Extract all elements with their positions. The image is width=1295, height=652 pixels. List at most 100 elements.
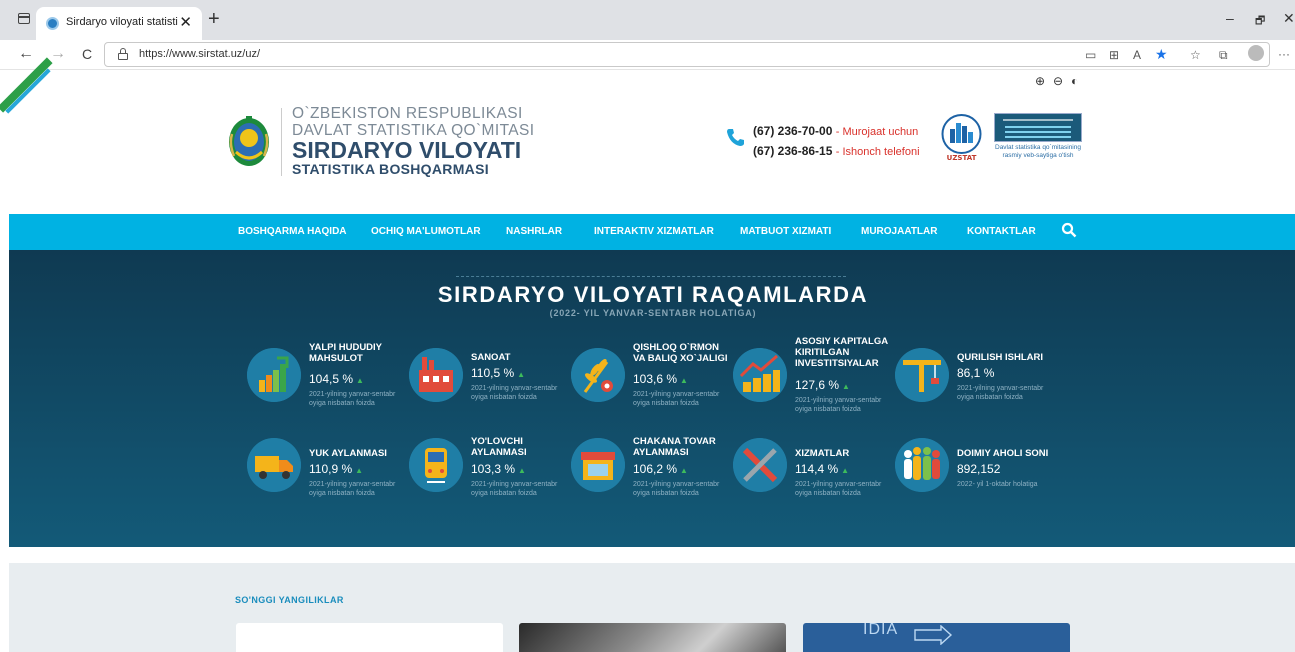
nav-item-interactive-services[interactable]: INTERAKTIV XIZMATLAR xyxy=(594,226,714,237)
org-name-subtitle: STATISTIKA BOSHQARMASI xyxy=(292,161,489,177)
people-icon xyxy=(895,438,949,492)
tab-title: Sirdaryo viloyati statistika boshqarmasi xyxy=(66,16,178,28)
nav-item-open-data[interactable]: OCHIQ MA'LUMOTLAR xyxy=(371,226,481,237)
stat-value: 106,2 % ▲ xyxy=(633,462,688,476)
stat-item[interactable]: SANOAT 110,5 % ▲ 2021-yilning yanvar-sent… xyxy=(409,340,569,420)
title-divider xyxy=(456,276,846,277)
stat-value: 892,152 xyxy=(957,462,1001,476)
stat-item[interactable]: QISHLOQ O`RMON VA BALIQ XO`JALIGI 103,6 … xyxy=(571,340,731,420)
crane-icon xyxy=(895,348,949,402)
url-text[interactable]: https://www.sirstat.uz/uz/ xyxy=(139,48,260,60)
stat-note: 2021-yilning yanvar-sentabr oyiga nisbat… xyxy=(633,481,720,497)
stat-note: 2021-yilning yanvar-sentabr oyiga nisbat… xyxy=(795,397,882,413)
trend-up-icon: ▲ xyxy=(680,466,688,475)
stat-note: 2021-yilning yanvar-sentabr oyiga nisbat… xyxy=(309,391,396,407)
phone-number[interactable]: (67) 236-70-00 xyxy=(753,124,832,138)
stat-name: QURILISH ISHLARI xyxy=(957,352,1044,363)
trend-up-icon: ▲ xyxy=(518,466,526,475)
stat-item[interactable]: DOIMIY AHOLI SONI 892,152 2022- yil 1-ok… xyxy=(895,436,1055,516)
nav-item-about[interactable]: BOSHQARMA HAQIDA xyxy=(238,226,347,237)
arrow-icon xyxy=(914,625,953,645)
browser-tab-strip: Sirdaryo viloyati statistika boshqarmasi… xyxy=(0,0,1295,40)
stat-value: 103,3 % ▲ xyxy=(471,462,526,476)
latest-news-section: SO'NGGI YANGILIKLAR IDIA xyxy=(9,563,1295,652)
stat-item[interactable]: YUK AYLANMASI 110,9 % ▲ 2021-yilning yanv… xyxy=(247,436,407,516)
stat-name: YALPI HUDUDIY MAHSULOT xyxy=(309,342,382,364)
stat-item[interactable]: ASOSIY KAPITALGA KIRITILGAN INVESTITSIYA… xyxy=(733,334,893,414)
web-page: ⊕ ⊖ ◐ O`ZBEKISTON RESPUBLIKASI DAVLAT ST… xyxy=(0,57,1295,652)
stat-note: 2021-yilning yanvar-sentabr oyiga nisbat… xyxy=(633,391,720,407)
new-tab-button[interactable]: + xyxy=(208,8,220,31)
stat-item[interactable]: QURILISH ISHLARI 86,1 % 2021-yilning yan… xyxy=(895,340,1055,420)
stat-committee-banner[interactable]: Davlat statistika qo`mitasining rasmiy v… xyxy=(994,113,1082,163)
stat-value: 127,6 % ▲ xyxy=(795,378,850,392)
refresh-button[interactable]: C xyxy=(82,46,92,62)
stat-note: 2022- yil 1-oktabr holatiga xyxy=(957,481,1038,488)
stat-note: 2021-yilning yanvar-sentabr oyiga nisbat… xyxy=(309,481,396,497)
stat-item[interactable]: XIZMATLAR 114,4 % ▲ 2021-yilning yanvar-s… xyxy=(733,436,893,516)
back-button[interactable]: ← xyxy=(18,45,34,63)
stat-name: XIZMATLAR xyxy=(795,448,850,459)
phone-number[interactable]: (67) 236-86-15 xyxy=(753,144,832,158)
restore-button[interactable]: 🗗 xyxy=(1255,12,1265,31)
state-emblem-logo[interactable] xyxy=(226,112,272,170)
stat-name: QISHLOQ O`RMON VA BALIQ XO`JALIGI xyxy=(633,342,728,364)
zoom-in-icon[interactable]: ⊕ xyxy=(1035,74,1045,88)
stats-title: SIRDARYO VILOYATI RAQAMLARDA xyxy=(437,282,869,307)
banner-caption: Davlat statistika qo`mitasining rasmiy v… xyxy=(995,144,1081,159)
more-menu-icon[interactable]: ··· xyxy=(1278,47,1290,61)
phone-row: (67) 236-70-00 - Murojaat uchun xyxy=(753,124,919,138)
collections-icon[interactable]: ⧉ xyxy=(1219,48,1228,63)
news-heading: SO'NGGI YANGILIKLAR xyxy=(235,595,344,605)
contrast-icon[interactable]: ◐ xyxy=(1071,74,1078,88)
truck-icon xyxy=(247,438,301,492)
close-window-button[interactable]: ✕ xyxy=(1283,10,1295,27)
forward-button[interactable]: → xyxy=(50,45,66,63)
stat-name: DOIMIY AHOLI SONI xyxy=(957,448,1049,459)
phone-label: Ishonch telefoni xyxy=(842,146,920,158)
stat-value: 103,6 % ▲ xyxy=(633,372,688,386)
stats-subtitle: (2022- YIL YANVAR-SENTABR HOLATIGA) xyxy=(549,308,757,318)
tab-close-icon[interactable]: ✕ xyxy=(179,13,192,31)
nav-item-contacts[interactable]: KONTAKTLAR xyxy=(967,226,1036,237)
news-card[interactable]: IDIA xyxy=(803,623,1070,652)
trend-up-icon: ▲ xyxy=(517,370,526,379)
nav-item-press[interactable]: MATBUOT XIZMATI xyxy=(740,226,831,237)
tools-icon xyxy=(733,438,787,492)
app-available-icon[interactable]: ⊞ xyxy=(1109,48,1119,62)
url-field[interactable]: https://www.sirstat.uz/uz/ ▭ ⊞ A ★ xyxy=(104,42,1270,67)
zoom-out-icon[interactable]: ⊖ xyxy=(1053,74,1063,88)
minimize-button[interactable]: – xyxy=(1226,10,1234,26)
stat-note: 2021-yilning yanvar-sentabr oyiga nisbat… xyxy=(795,481,882,497)
reading-view-icon[interactable]: ▭ xyxy=(1085,48,1096,62)
train-icon xyxy=(409,438,463,492)
stat-name: ASOSIY KAPITALGA KIRITILGAN INVESTITSIYA… xyxy=(795,336,888,369)
phone-label: Murojaat uchun xyxy=(842,126,919,138)
wheat-icon xyxy=(571,348,625,402)
nav-item-appeals[interactable]: MUROJAATLAR xyxy=(861,226,937,237)
stat-item[interactable]: YALPI HUDUDIY MAHSULOT 104,5 % ▲ 2021-yil… xyxy=(247,340,407,420)
uzstat-logo[interactable]: UZSTAT xyxy=(941,113,982,163)
stat-value: 104,5 % ▲ xyxy=(309,372,364,386)
lock-icon[interactable] xyxy=(118,48,128,60)
stat-item[interactable]: YO'LOVCHI AYLANMASI 103,3 % ▲ 2021-yilnin… xyxy=(409,436,569,516)
search-icon[interactable] xyxy=(1061,222,1077,238)
stat-item[interactable]: CHAKANA TOVAR AYLANMASI 106,2 % ▲ 2021-yi… xyxy=(571,436,731,516)
phone-row: (67) 236-86-15 - Ishonch telefoni xyxy=(753,144,920,158)
favorite-star-icon[interactable]: ★ xyxy=(1155,46,1168,63)
stat-value: 86,1 % xyxy=(957,366,995,380)
region-statistics-section: SIRDARYO VILOYATI RAQAMLARDA (2022- YIL … xyxy=(9,250,1295,547)
news-card[interactable] xyxy=(519,623,786,652)
favorites-icon[interactable]: ☆ xyxy=(1190,48,1201,62)
news-card[interactable] xyxy=(236,623,503,652)
read-aloud-icon[interactable]: A xyxy=(1133,48,1141,62)
factory-icon xyxy=(409,348,463,402)
stat-note: 2021-yilning yanvar-sentabr oyiga nisbat… xyxy=(957,385,1044,401)
tab-actions-icon[interactable] xyxy=(18,13,30,24)
browser-tab[interactable]: Sirdaryo viloyati statistika boshqarmasi… xyxy=(36,7,202,40)
org-name-title: SIRDARYO VILOYATI xyxy=(292,137,522,163)
profile-avatar-icon[interactable] xyxy=(1248,45,1264,61)
trend-up-icon: ▲ xyxy=(680,376,688,385)
nav-item-publications[interactable]: NASHRLAR xyxy=(506,226,562,237)
header-divider xyxy=(281,108,282,176)
